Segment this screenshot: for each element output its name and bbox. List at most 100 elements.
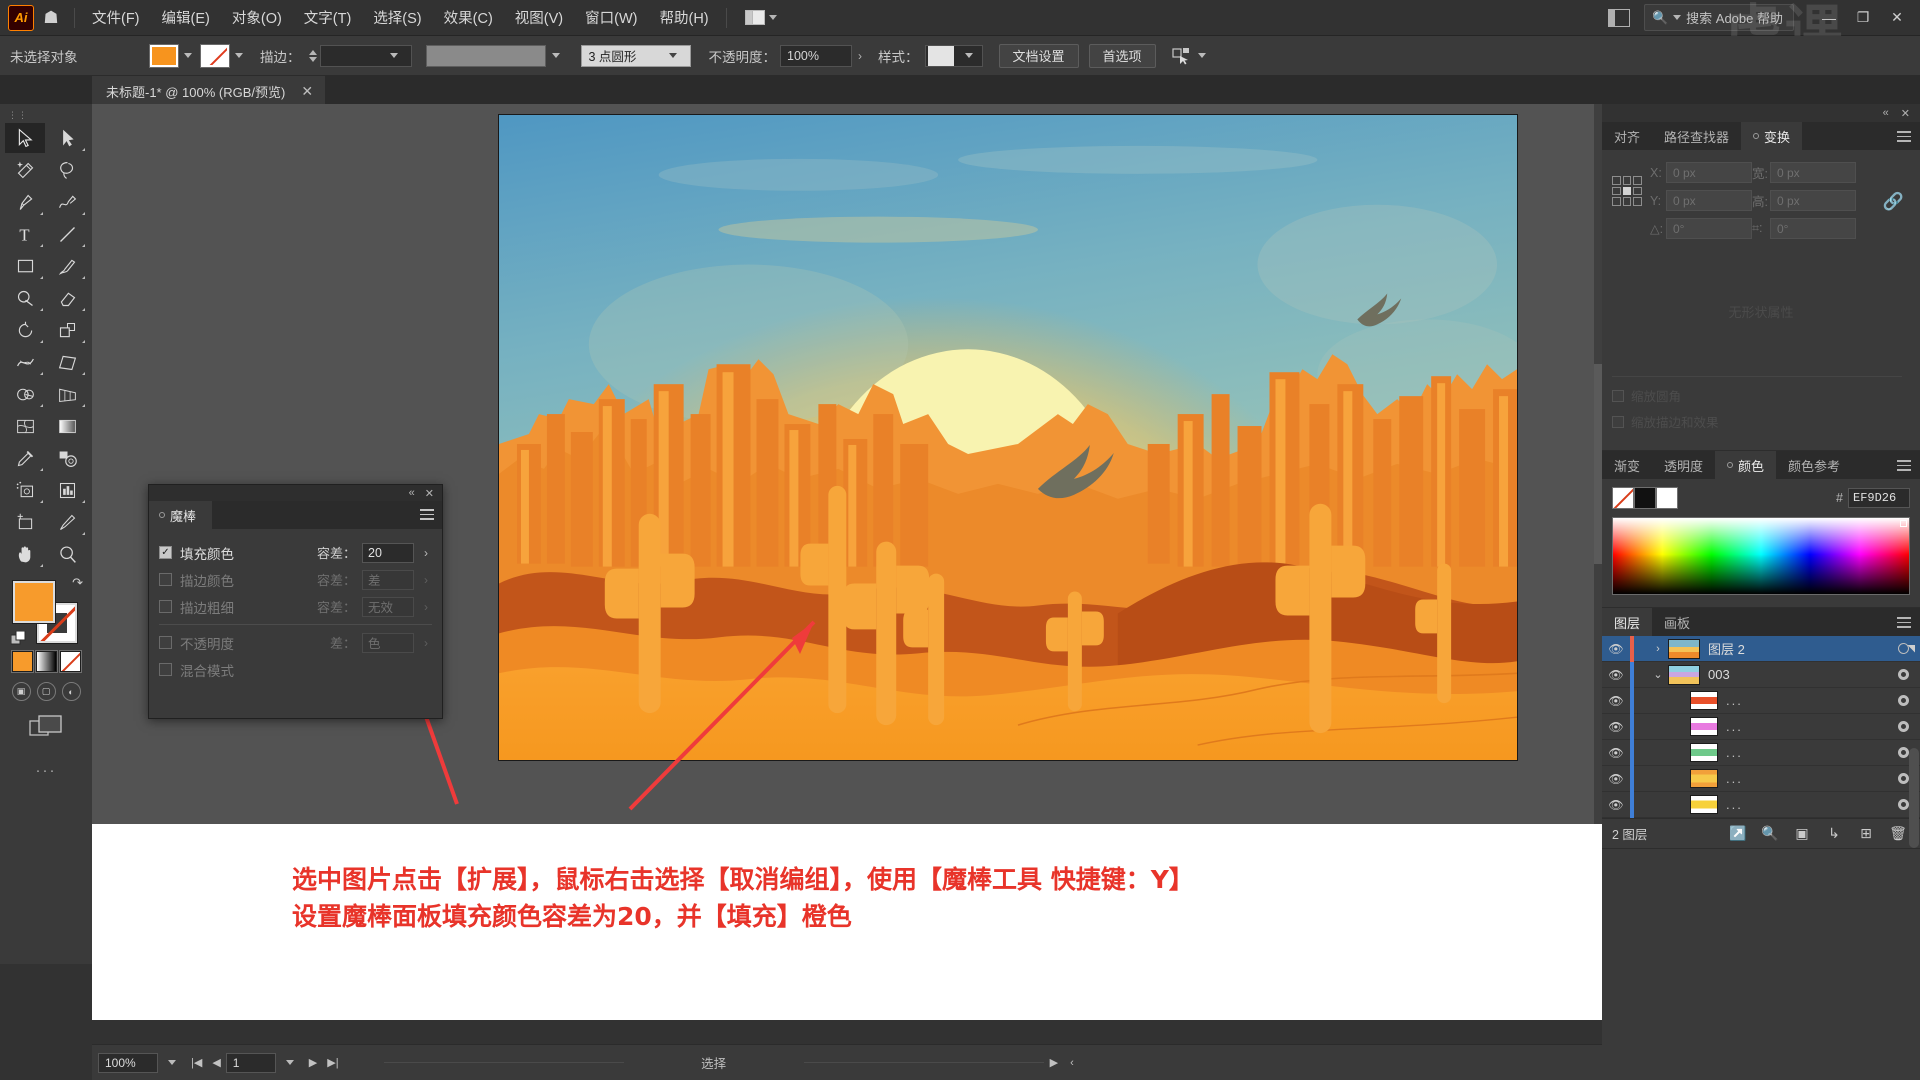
stroke-weight-dropdown[interactable] bbox=[319, 44, 412, 67]
ref-tl[interactable] bbox=[1612, 176, 1621, 185]
color-spectrum[interactable] bbox=[1612, 517, 1910, 595]
sublayer-name[interactable]: ... bbox=[1726, 693, 1886, 708]
blend-tool[interactable] bbox=[47, 443, 87, 473]
gradient-tool[interactable] bbox=[47, 411, 87, 441]
eyedropper-tool[interactable] bbox=[5, 443, 45, 473]
transform-panel-titlebar[interactable]: « ✕ bbox=[1602, 104, 1920, 122]
direct-selection-tool[interactable] bbox=[47, 123, 87, 153]
stroke-tolerance-expand-icon[interactable]: › bbox=[420, 573, 432, 587]
magic-wand-panel-titlebar[interactable]: « ✕ bbox=[149, 485, 442, 501]
opacity-tolerance-input[interactable]: 色 bbox=[362, 632, 414, 653]
option-scale-corners[interactable]: 缩放圆角 bbox=[1612, 386, 1902, 405]
previous-artboard-button[interactable]: ◀ bbox=[207, 1056, 225, 1069]
layer-row-5[interactable]: 👁 ... bbox=[1602, 739, 1920, 766]
workspace-switcher-icon[interactable] bbox=[1607, 8, 1630, 27]
ref-tc[interactable] bbox=[1622, 176, 1632, 185]
slice-tool[interactable] bbox=[47, 507, 87, 537]
magic-wand-panel[interactable]: « ✕ 魔棒 ✓ 填充颜色 容差： 20 › 描边颜色 容差： 差 › 描边粗细… bbox=[148, 484, 443, 719]
status-collapse-icon[interactable]: ‹ bbox=[1070, 1057, 1074, 1069]
width-tool[interactable] bbox=[5, 347, 45, 377]
last-artboard-button[interactable]: ▶| bbox=[322, 1056, 343, 1069]
none-swatch[interactable] bbox=[1612, 487, 1634, 509]
opacity-input[interactable]: 100% bbox=[780, 44, 852, 67]
black-swatch[interactable] bbox=[1634, 487, 1656, 509]
tab-layers[interactable]: 图层 bbox=[1602, 608, 1653, 636]
height-input[interactable]: 0 px bbox=[1770, 190, 1856, 211]
sublayer-name[interactable]: ... bbox=[1726, 771, 1886, 786]
status-expand-icon[interactable]: ▶ bbox=[1050, 1056, 1058, 1069]
gradient-mode-button[interactable] bbox=[34, 650, 58, 673]
scale-tool[interactable] bbox=[47, 315, 87, 345]
eraser-tool[interactable] bbox=[47, 283, 87, 313]
rotate-tool[interactable] bbox=[5, 315, 45, 345]
document-setup-button[interactable]: 文档设置 bbox=[998, 43, 1079, 68]
menu-object[interactable]: 对象(O) bbox=[221, 2, 293, 33]
ref-mr[interactable] bbox=[1633, 186, 1642, 196]
ref-ml[interactable] bbox=[1612, 186, 1621, 196]
stroke-color-swatch[interactable] bbox=[200, 43, 230, 68]
search-input[interactable]: 🔍 搜索 Adobe 帮助 bbox=[1643, 4, 1794, 31]
zoom-chevron-down-icon[interactable] bbox=[168, 1060, 176, 1065]
ref-br[interactable] bbox=[1633, 197, 1642, 206]
canvas-vertical-scrollbar[interactable] bbox=[1594, 104, 1602, 824]
first-artboard-button[interactable]: |◀ bbox=[186, 1056, 207, 1069]
paintbrush-tool[interactable] bbox=[47, 251, 87, 281]
visibility-eye-icon[interactable]: 👁 bbox=[1602, 772, 1630, 786]
hex-input[interactable]: EF9D26 bbox=[1848, 488, 1910, 508]
option-stroke-weight[interactable]: 描边粗细 容差： 无效 › bbox=[159, 593, 432, 620]
menu-file[interactable]: 文件(F) bbox=[81, 2, 151, 33]
menu-type[interactable]: 文字(T) bbox=[293, 2, 363, 33]
option-scale-strokes[interactable]: 缩放描边和效果 bbox=[1612, 412, 1902, 431]
preferences-button[interactable]: 首选项 bbox=[1088, 43, 1156, 68]
menu-select[interactable]: 选择(S) bbox=[362, 2, 432, 33]
draw-normal-button[interactable]: ▣ bbox=[11, 682, 31, 701]
next-artboard-button[interactable]: ▶ bbox=[304, 1056, 322, 1069]
artboard[interactable] bbox=[498, 114, 1518, 761]
close-icon[interactable]: ✕ bbox=[301, 83, 313, 100]
shear-input[interactable]: 0° bbox=[1770, 218, 1856, 239]
layer-name[interactable]: 图层 2 bbox=[1708, 639, 1886, 658]
artboard-chevron-down-icon[interactable] bbox=[285, 1060, 294, 1065]
draw-inside-button[interactable]: ◐ bbox=[61, 682, 81, 701]
create-sublayer-icon[interactable]: ↳ bbox=[1818, 825, 1850, 842]
color-mode-button[interactable] bbox=[10, 650, 34, 673]
option-stroke-color[interactable]: 描边颜色 容差： 差 › bbox=[159, 566, 432, 593]
zoom-level-input[interactable]: 100% bbox=[98, 1052, 158, 1073]
panel-menu-icon[interactable] bbox=[1897, 460, 1911, 474]
pen-tool[interactable] bbox=[5, 187, 45, 217]
free-transform-tool[interactable] bbox=[47, 347, 87, 377]
stroke-weight-expand-icon[interactable]: › bbox=[420, 600, 432, 614]
lasso-tool[interactable] bbox=[47, 155, 87, 185]
constrain-proportions-icon[interactable]: 🔗 bbox=[1883, 192, 1904, 212]
visibility-eye-icon[interactable]: 👁 bbox=[1602, 642, 1630, 656]
visibility-eye-icon[interactable]: 👁 bbox=[1602, 746, 1630, 760]
locate-object-icon[interactable]: 🔍 bbox=[1754, 825, 1786, 842]
brush-definition-dropdown[interactable]: 3 点圆形 bbox=[580, 44, 691, 67]
close-button[interactable]: ✕ bbox=[1880, 3, 1914, 33]
panel-menu-icon[interactable] bbox=[1897, 131, 1911, 145]
menu-window[interactable]: 窗口(W) bbox=[574, 2, 648, 33]
x-input[interactable]: 0 px bbox=[1666, 162, 1752, 183]
stroke-color-checkbox[interactable] bbox=[159, 573, 172, 586]
reference-point-selector[interactable] bbox=[1612, 176, 1642, 206]
toolbar-grip[interactable]: ⋮⋮ bbox=[8, 110, 28, 121]
status-display[interactable]: 选择 ▶ ‹ bbox=[383, 1053, 1080, 1072]
option-blending-mode[interactable]: 混合模式 bbox=[159, 656, 432, 683]
tab-color-guide[interactable]: 颜色参考 bbox=[1776, 451, 1852, 479]
make-clipping-mask-icon[interactable]: ▣ bbox=[1786, 825, 1818, 842]
swap-fill-stroke-icon[interactable]: ↷ bbox=[72, 575, 83, 591]
graphic-style-dropdown[interactable] bbox=[924, 44, 983, 67]
artboard-number-input[interactable]: 1 bbox=[225, 1052, 276, 1073]
tab-color[interactable]: 颜色 bbox=[1715, 451, 1777, 479]
layer-row-4[interactable]: 👁 ... bbox=[1602, 713, 1920, 740]
panel-menu-icon[interactable] bbox=[420, 509, 434, 523]
none-mode-button[interactable] bbox=[58, 650, 82, 673]
mesh-tool[interactable] bbox=[5, 411, 45, 441]
target-indicator[interactable] bbox=[1886, 669, 1920, 680]
visibility-eye-icon[interactable]: 👁 bbox=[1602, 668, 1630, 682]
fill-color-swatch[interactable] bbox=[149, 43, 179, 68]
menu-view[interactable]: 视图(V) bbox=[504, 2, 574, 33]
scale-corners-checkbox[interactable] bbox=[1612, 389, 1624, 402]
menu-help[interactable]: 帮助(H) bbox=[648, 2, 719, 33]
target-indicator[interactable] bbox=[1886, 721, 1920, 732]
